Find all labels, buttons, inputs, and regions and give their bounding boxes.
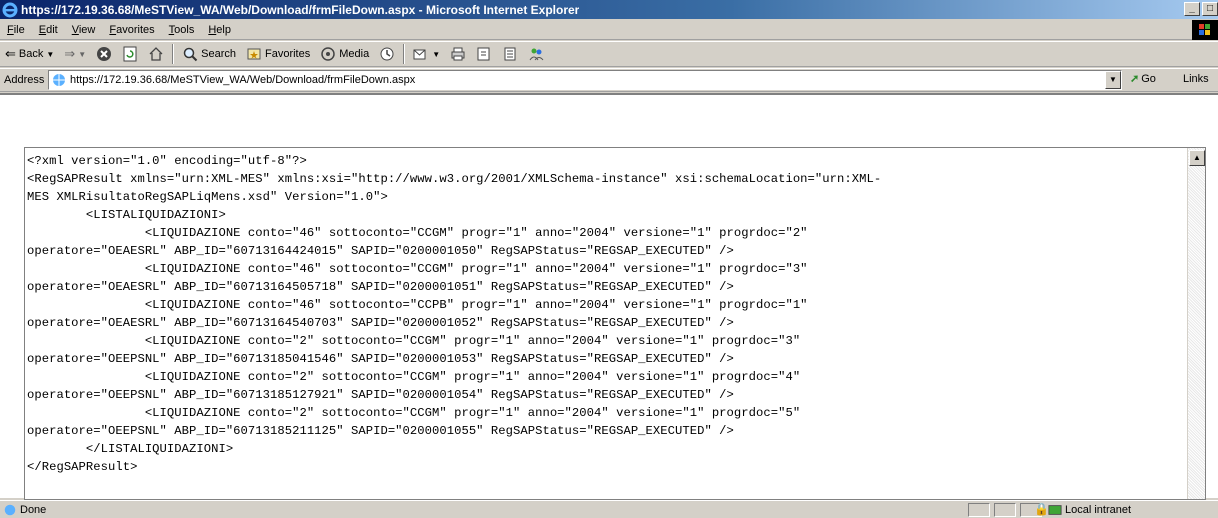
xml-line: <LIQUIDAZIONE conto="46" sottoconto="CCG…: [27, 226, 808, 240]
toolbar-separator: [403, 44, 406, 64]
search-icon: [183, 47, 198, 62]
xml-line: operatore="OEEPSNL" ABP_ID="607131852111…: [27, 424, 734, 438]
xml-line: operatore="OEEPSNL" ABP_ID="607131851279…: [27, 388, 734, 402]
edit-button[interactable]: [471, 43, 497, 65]
xml-document-frame: <?xml version="1.0" encoding="utf-8"?> <R…: [24, 147, 1206, 500]
windows-flag-icon: [1192, 20, 1218, 40]
links-button[interactable]: Links: [1183, 73, 1209, 85]
back-arrow-icon: ⇐: [5, 46, 16, 61]
go-arrow-icon: ➚: [1130, 73, 1140, 85]
xml-line: </LISTALIQUIDAZIONI>: [27, 442, 234, 456]
media-icon: [321, 47, 335, 61]
favorites-icon: [247, 48, 261, 60]
status-text: Done: [20, 503, 47, 516]
favorites-button[interactable]: Favorites: [241, 43, 315, 65]
page-done-icon: [4, 504, 16, 516]
history-icon: [380, 47, 394, 61]
menu-tools[interactable]: Tools: [162, 24, 202, 36]
standard-toolbar: ⇐ Back ▼ ⇒ ▼ Search Favorites Media ▼: [0, 41, 1218, 67]
go-label: Go: [1141, 72, 1156, 85]
vertical-scrollbar[interactable]: ▲: [1187, 148, 1205, 499]
minimize-button[interactable]: _: [1184, 2, 1200, 16]
search-label: Search: [201, 48, 236, 60]
back-button[interactable]: ⇐ Back ▼: [0, 43, 59, 65]
xml-line: <LISTALIQUIDAZIONI>: [27, 208, 226, 222]
menu-favorites[interactable]: Favorites: [102, 24, 161, 36]
edit-icon: [477, 47, 490, 61]
media-label: Media: [339, 48, 370, 60]
media-button[interactable]: Media: [315, 43, 374, 65]
mail-button[interactable]: ▼: [408, 43, 445, 65]
page-content: <?xml version="1.0" encoding="utf-8"?> <R…: [0, 93, 1218, 500]
xml-content: <?xml version="1.0" encoding="utf-8"?> <R…: [25, 148, 1205, 476]
toolbar-separator: [172, 44, 175, 64]
messenger-icon: [529, 48, 544, 61]
chevron-down-icon: ▼: [78, 49, 87, 59]
maximize-button[interactable]: □: [1202, 2, 1218, 16]
address-dropdown-button[interactable]: ▼: [1105, 71, 1121, 89]
search-button[interactable]: Search: [177, 43, 241, 65]
xml-line: <LIQUIDAZIONE conto="2" sottoconto="CCGM…: [27, 334, 801, 348]
xml-line: <?xml version="1.0" encoding="utf-8"?>: [27, 154, 307, 168]
xml-line: </RegSAPResult>: [27, 460, 138, 474]
xml-line: <LIQUIDAZIONE conto="2" sottoconto="CCGM…: [27, 406, 801, 420]
print-button[interactable]: [445, 43, 471, 65]
menu-view[interactable]: View: [65, 24, 103, 36]
xml-line: <LIQUIDAZIONE conto="46" sottoconto="CCG…: [27, 262, 808, 276]
status-panel: [968, 503, 990, 517]
menu-help[interactable]: Help: [201, 24, 238, 36]
home-button[interactable]: [143, 43, 169, 65]
xml-line: <LIQUIDAZIONE conto="46" sottoconto="CCP…: [27, 298, 808, 312]
menu-file[interactable]: File: [0, 24, 32, 36]
xml-line: <RegSAPResult xmlns="urn:XML-MES" xmlns:…: [27, 172, 882, 186]
menu-edit[interactable]: Edit: [32, 24, 65, 36]
ie-logo-icon: [2, 2, 18, 17]
xml-line: operatore="OEAESRL" ABP_ID="607131645057…: [27, 280, 734, 294]
chevron-down-icon: ▼: [46, 49, 55, 59]
scroll-up-button[interactable]: ▲: [1189, 150, 1205, 166]
back-label: Back: [18, 48, 44, 60]
window-titlebar[interactable]: https://172.19.36.68/MeSTView_WA/Web/Dow…: [0, 0, 1218, 19]
forward-button[interactable]: ⇒ ▼: [59, 43, 91, 65]
mail-icon: [413, 49, 426, 60]
status-panel: [994, 503, 1016, 517]
address-bar: Address https://172.19.36.68/MeSTView_WA…: [0, 68, 1218, 92]
chevron-down-icon: ▼: [432, 49, 441, 59]
window-title: https://172.19.36.68/MeSTView_WA/Web/Dow…: [21, 2, 580, 17]
forward-arrow-icon: ⇒: [64, 46, 76, 61]
lock-icon: 🔒: [1034, 502, 1049, 516]
address-url: https://172.19.36.68/MeSTView_WA/Web/Dow…: [70, 74, 416, 86]
address-input[interactable]: https://172.19.36.68/MeSTView_WA/Web/Dow…: [48, 70, 1122, 90]
discuss-icon: [504, 47, 516, 61]
xml-line: operatore="OEEPSNL" ABP_ID="607131850415…: [27, 352, 734, 366]
go-button[interactable]: ➚ Go: [1130, 72, 1156, 86]
home-icon: [149, 47, 163, 61]
xml-line: operatore="OEAESRL" ABP_ID="607131644240…: [27, 244, 734, 258]
stop-icon: [97, 47, 112, 61]
page-icon: [53, 74, 65, 86]
security-zone-label: Local intranet: [1065, 504, 1132, 516]
favorites-label: Favorites: [264, 48, 311, 60]
printer-icon: [451, 47, 465, 61]
address-label: Address: [4, 74, 45, 86]
refresh-icon: [123, 46, 137, 62]
discuss-button[interactable]: [497, 43, 523, 65]
xml-line: operatore="OEAESRL" ABP_ID="607131645407…: [27, 316, 734, 330]
messenger-button[interactable]: [523, 43, 549, 65]
refresh-button[interactable]: [117, 43, 143, 65]
xml-line: MES XMLRisultatoRegSAPLiqMens.xsd" Versi…: [27, 190, 388, 204]
xml-line: <LIQUIDAZIONE conto="2" sottoconto="CCGM…: [27, 370, 801, 384]
stop-button[interactable]: [91, 43, 117, 65]
intranet-zone-icon: [1048, 505, 1062, 515]
status-bar: Done 🔒 Local intranet: [0, 500, 1218, 518]
menu-bar: File Edit View Favorites Tools Help: [0, 20, 1218, 40]
history-button[interactable]: [374, 43, 400, 65]
